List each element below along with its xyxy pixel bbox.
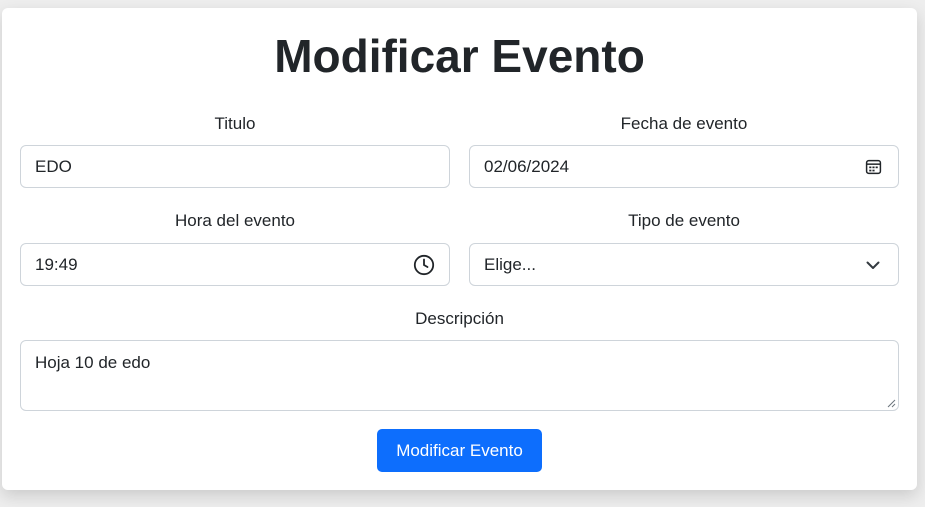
clock-icon[interactable] — [413, 254, 435, 276]
calendar-icon[interactable] — [862, 156, 884, 178]
event-form-card: Modificar Evento Titulo EDO Fecha de eve… — [2, 8, 917, 490]
titulo-label: Titulo — [214, 114, 256, 133]
chevron-down-icon — [862, 254, 884, 276]
fecha-label: Fecha de evento — [620, 114, 748, 133]
resize-grip-icon[interactable] — [886, 398, 896, 408]
tipo-label: Tipo de evento — [628, 211, 740, 230]
descripcion-value: Hoja 10 de edo — [35, 353, 151, 372]
fecha-value: 02/06/2024 — [484, 156, 570, 176]
hora-value: 19:49 — [35, 254, 78, 274]
titulo-input[interactable]: EDO — [20, 145, 450, 188]
titulo-value: EDO — [35, 156, 72, 176]
descripcion-label: Descripción — [415, 309, 504, 328]
descripcion-textarea[interactable]: Hoja 10 de edo — [20, 340, 899, 411]
hora-label: Hora del evento — [174, 211, 296, 230]
fecha-input[interactable]: 02/06/2024 — [469, 145, 899, 188]
page-title: Modificar Evento — [274, 30, 645, 82]
hora-input[interactable]: 19:49 — [20, 243, 450, 286]
tipo-selected-value: Elige... — [484, 254, 536, 274]
modificar-evento-button[interactable]: Modificar Evento — [377, 429, 542, 472]
tipo-select[interactable]: Elige... — [469, 243, 899, 286]
